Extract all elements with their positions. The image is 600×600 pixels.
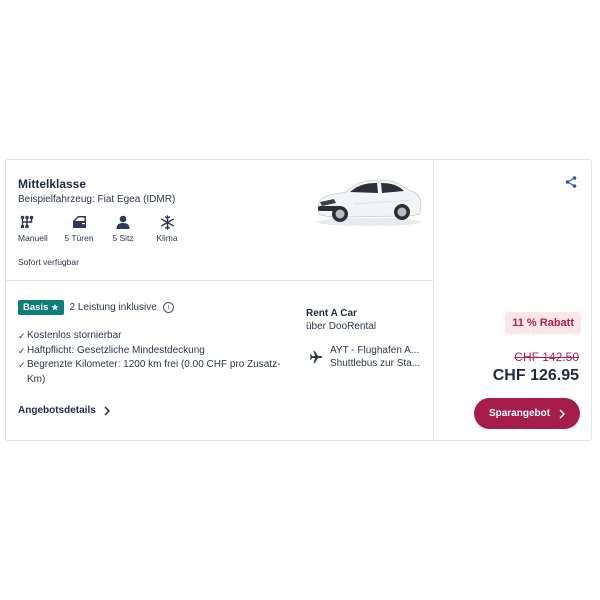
feature-seats: 5 Sitz xyxy=(106,214,140,243)
vendor-via: über DooRental xyxy=(306,321,377,332)
feature-climate: Klima xyxy=(150,214,184,243)
package-section: Basis ★ 2 Leistung inklusive i ✓ Kostenlo… xyxy=(6,282,434,440)
vendor-name: Rent A Car xyxy=(306,308,357,319)
feature-doors: 5 Türen xyxy=(62,214,96,243)
snowflake-icon xyxy=(158,214,176,230)
feature-label: Manuell xyxy=(18,233,48,243)
included-services-text: 2 Leistung inklusive xyxy=(69,302,157,313)
offer-details-link[interactable]: Angebotsdetails xyxy=(18,405,110,416)
car-door-icon xyxy=(70,214,88,230)
offer-card: Mittelklasse Beispielfahrzeug: Fiat Egea… xyxy=(5,159,592,441)
check-icon: ✓ xyxy=(18,345,26,356)
feature-transmission: Manuell xyxy=(18,214,52,243)
feature-label: Klima xyxy=(156,233,178,243)
benefits-list: ✓ Kostenlos stornierbar ✓ Haftpflicht: Ges… xyxy=(18,329,288,387)
benefit-text: Begrenzte Kilometer: 1200 km frei (0.00 … xyxy=(27,359,281,385)
availability-status: Sofort verfügbar xyxy=(18,257,79,267)
example-vehicle: Beispielfahrzeug: Fiat Egea (IDMR) xyxy=(18,194,176,205)
discounted-price: CHF 126.95 xyxy=(492,367,579,384)
feature-label: 5 Sitz xyxy=(112,233,134,243)
details-link-label: Angebotsdetails xyxy=(18,405,96,416)
badge-label: Basis xyxy=(23,302,49,313)
share-icon[interactable] xyxy=(565,176,577,188)
benefit-text: Haftpflicht: Gesetzliche Mindestdeckung xyxy=(27,344,205,356)
chevron-right-icon xyxy=(104,405,110,416)
package-badge: Basis ★ xyxy=(18,300,64,315)
car-class-title: Mittelklasse xyxy=(18,177,87,191)
price-panel: 11 % Rabatt CHF 142.50 CHF 126.95 Sparan… xyxy=(435,160,591,440)
vehicle-section: Mittelklasse Beispielfahrzeug: Fiat Egea… xyxy=(6,160,434,281)
select-offer-button[interactable]: Sparangebot xyxy=(474,398,580,429)
list-item: ✓ Begrenzte Kilometer: 1200 km frei (0.00… xyxy=(18,358,288,387)
person-icon xyxy=(114,214,132,230)
vehicle-features: Manuell 5 Türen 5 Sitz Klima xyxy=(18,214,184,243)
location-transfer: Shuttlebus zur Sta... xyxy=(330,358,421,369)
list-item: ✓ Haftpflicht: Gesetzliche Mindestdeckung xyxy=(18,344,288,359)
info-icon[interactable]: i xyxy=(162,302,174,313)
chevron-right-icon xyxy=(559,408,566,419)
benefit-text: Kostenlos stornierbar xyxy=(27,330,122,341)
car-image xyxy=(317,179,422,226)
star-icon: ★ xyxy=(51,303,59,312)
feature-label: 5 Türen xyxy=(64,233,94,243)
list-item: ✓ Kostenlos stornierbar xyxy=(18,329,288,344)
airplane-icon xyxy=(309,350,323,364)
offer-details-panel: Mittelklasse Beispielfahrzeug: Fiat Egea… xyxy=(6,160,434,440)
pickup-location: AYT - Flughafen A... Shuttlebus zur Sta.… xyxy=(309,344,425,370)
package-row: Basis ★ 2 Leistung inklusive i xyxy=(18,300,174,315)
check-icon: ✓ xyxy=(18,360,26,370)
vendor-info: Rent A Car über DooRental xyxy=(306,308,376,332)
location-name: AYT - Flughafen A... xyxy=(330,345,420,356)
cta-label: Sparangebot xyxy=(488,408,551,419)
check-icon: ✓ xyxy=(18,331,26,341)
gear-shift-icon xyxy=(18,214,36,230)
original-price: CHF 142.50 xyxy=(514,350,579,364)
discount-badge: 11 % Rabatt xyxy=(505,312,581,334)
